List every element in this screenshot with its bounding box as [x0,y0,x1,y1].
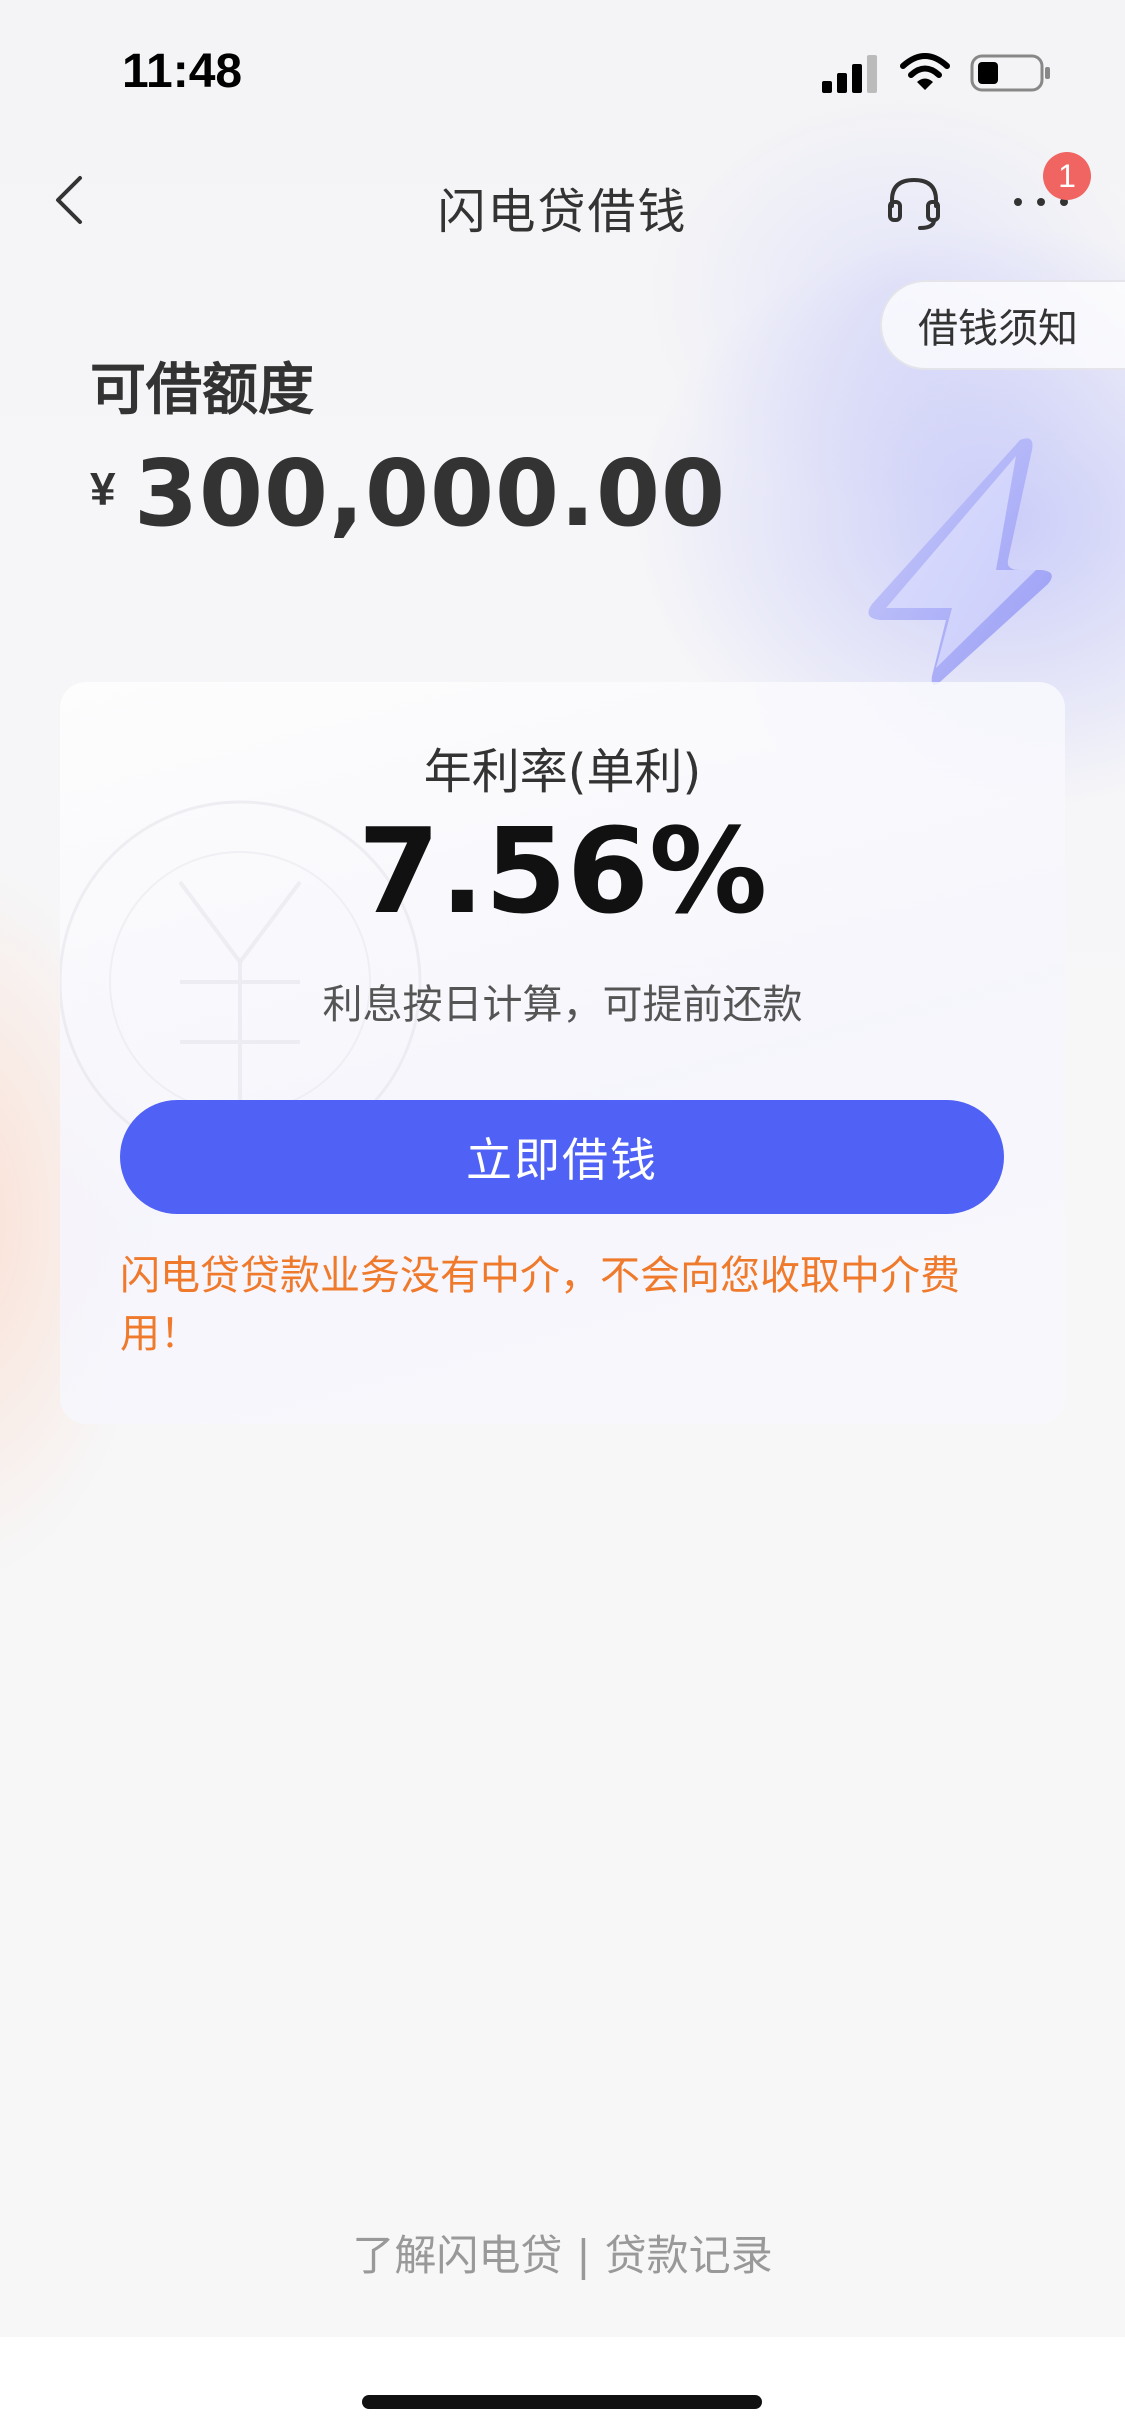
intermediary-warning: 闪电贷贷款业务没有中介，不会向您收取中介费用！ [120,1253,960,1357]
page-title: 闪电贷借钱 [437,184,688,240]
loan-notice-button[interactable]: 借钱须知 [880,280,1125,370]
loan-notice-label: 借钱须知 [918,306,1078,352]
credit-amount: 300,000.00 [134,440,727,547]
battery-icon [970,54,1050,92]
rate-description: 利息按日计算，可提前还款 [322,982,803,1028]
bottom-bar [0,2337,1125,2435]
loan-card: 年利率(单利) 7.56% 利息按日计算，可提前还款 立即借钱 闪电贷贷款业务没… [60,682,1065,1424]
home-indicator[interactable] [362,2395,762,2409]
footer-links: 了解闪电贷 | 贷款记录 [0,2222,1125,2283]
signal-icon [822,55,877,93]
rate-label: 年利率(单利) [423,744,702,800]
headset-icon[interactable] [884,172,944,232]
rate-value: 7.56% [357,802,768,940]
currency-symbol: ¥ [90,463,116,515]
lightning-icon [868,438,1052,685]
footer-separator: | [576,2231,591,2280]
wifi-icon [900,53,950,90]
nav-bar: 闪电贷借钱 [0,150,1125,250]
about-link[interactable]: 了解闪电贷 [352,2231,562,2280]
notification-badge: 1 [1043,152,1091,200]
loan-records-link[interactable]: 贷款记录 [605,2231,773,2280]
status-bar: 11:48 [0,0,1125,140]
status-time: 11:48 [122,45,243,98]
borrow-now-button[interactable]: 立即借钱 [120,1100,1004,1214]
credit-label: 可借额度 [90,358,314,423]
